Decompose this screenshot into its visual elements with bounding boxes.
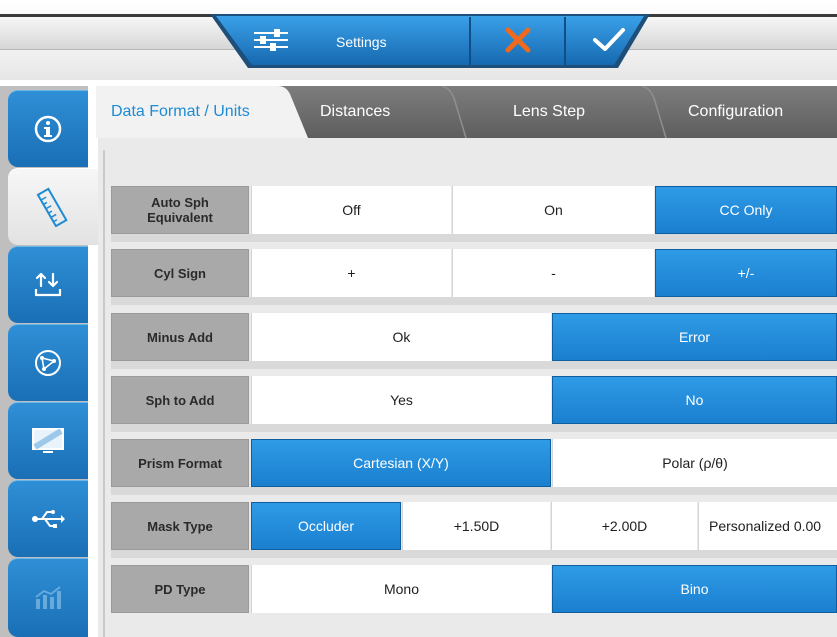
tab-label: Distances bbox=[320, 103, 391, 120]
option-plus-2-00d[interactable]: +2.00D bbox=[551, 502, 697, 550]
setting-row-mask-type: Mask Type Occluder +1.50D +2.00D Persona… bbox=[111, 502, 837, 550]
row-separator bbox=[111, 424, 837, 432]
setting-label: Sph to Add bbox=[111, 376, 249, 424]
settings-label: Settings bbox=[336, 34, 387, 50]
tab-distances[interactable]: Distances bbox=[320, 86, 440, 138]
option-minus[interactable]: - bbox=[452, 249, 654, 297]
sidebar-item-display[interactable] bbox=[8, 402, 88, 479]
tab-content-header bbox=[103, 138, 837, 184]
check-icon bbox=[592, 27, 626, 58]
monitor-icon bbox=[31, 426, 65, 456]
option-plus-minus[interactable]: +/- bbox=[655, 249, 837, 297]
tab-label: Configuration bbox=[688, 103, 784, 120]
tab-configuration[interactable]: Configuration bbox=[688, 86, 828, 138]
row-separator bbox=[111, 361, 837, 369]
usb-icon bbox=[31, 508, 65, 530]
network-icon bbox=[33, 348, 63, 378]
confirm-button[interactable] bbox=[566, 18, 652, 66]
sidebar-item-usb[interactable] bbox=[8, 480, 88, 557]
sidebar-item-transfer[interactable] bbox=[8, 246, 88, 323]
chart-icon bbox=[33, 585, 63, 611]
panel-divider bbox=[103, 150, 105, 637]
option-personalized[interactable]: Personalized 0.00 bbox=[698, 502, 837, 550]
transfer-icon bbox=[33, 270, 63, 300]
setting-row-auto-sph-equivalent: Auto Sph Equivalent Off On CC Only bbox=[111, 186, 837, 234]
option-error[interactable]: Error bbox=[552, 313, 837, 361]
setting-row-cyl-sign: Cyl Sign + - +/- bbox=[111, 249, 837, 297]
setting-label: PD Type bbox=[111, 565, 249, 613]
tab-data-format-units[interactable]: Data Format / Units bbox=[111, 86, 291, 138]
option-mono[interactable]: Mono bbox=[251, 565, 551, 613]
ruler-icon bbox=[36, 187, 70, 227]
option-cc-only[interactable]: CC Only bbox=[655, 186, 837, 234]
option-off[interactable]: Off bbox=[251, 186, 451, 234]
sidebar-item-info[interactable] bbox=[8, 90, 88, 167]
sliders-icon bbox=[254, 28, 288, 56]
sidebar-item-measurements[interactable] bbox=[8, 168, 98, 245]
option-ok[interactable]: Ok bbox=[251, 313, 551, 361]
option-plus[interactable]: + bbox=[251, 249, 451, 297]
top-toolbar: Settings bbox=[200, 14, 660, 70]
tab-label: Lens Step bbox=[513, 103, 586, 120]
option-on[interactable]: On bbox=[452, 186, 654, 234]
settings-button[interactable]: Settings bbox=[248, 18, 470, 66]
setting-row-prism-format: Prism Format Cartesian (X/Y) Polar (ρ/θ) bbox=[111, 439, 837, 487]
option-occluder[interactable]: Occluder bbox=[251, 502, 401, 550]
option-yes[interactable]: Yes bbox=[251, 376, 551, 424]
row-separator bbox=[111, 234, 837, 242]
setting-row-sph-to-add: Sph to Add Yes No bbox=[111, 376, 837, 424]
close-icon bbox=[505, 27, 531, 58]
setting-row-pd-type: PD Type Mono Bino bbox=[111, 565, 837, 613]
setting-label: Mask Type bbox=[111, 502, 249, 550]
setting-label: Cyl Sign bbox=[111, 249, 249, 297]
tab-divider bbox=[641, 86, 667, 138]
setting-row-minus-add: Minus Add Ok Error bbox=[111, 313, 837, 361]
setting-label: Auto Sph Equivalent bbox=[111, 186, 249, 234]
option-polar[interactable]: Polar (ρ/θ) bbox=[552, 439, 837, 487]
option-cartesian[interactable]: Cartesian (X/Y) bbox=[251, 439, 551, 487]
option-bino[interactable]: Bino bbox=[552, 565, 837, 613]
sidebar-item-network[interactable] bbox=[8, 324, 88, 401]
info-icon bbox=[33, 114, 63, 144]
cancel-button[interactable] bbox=[472, 18, 564, 66]
sidebar-item-statistics[interactable] bbox=[8, 558, 88, 637]
tab-bar: Data Format / Units Distances Lens Step … bbox=[96, 86, 837, 138]
row-separator bbox=[111, 297, 837, 305]
setting-label: Minus Add bbox=[111, 313, 249, 361]
row-separator bbox=[111, 487, 837, 495]
row-separator bbox=[111, 550, 837, 558]
option-plus-1-50d[interactable]: +1.50D bbox=[402, 502, 550, 550]
tab-divider bbox=[441, 86, 467, 138]
tab-label: Data Format / Units bbox=[111, 103, 250, 120]
tab-lens-step[interactable]: Lens Step bbox=[513, 86, 633, 138]
option-no[interactable]: No bbox=[552, 376, 837, 424]
setting-label: Prism Format bbox=[111, 439, 249, 487]
